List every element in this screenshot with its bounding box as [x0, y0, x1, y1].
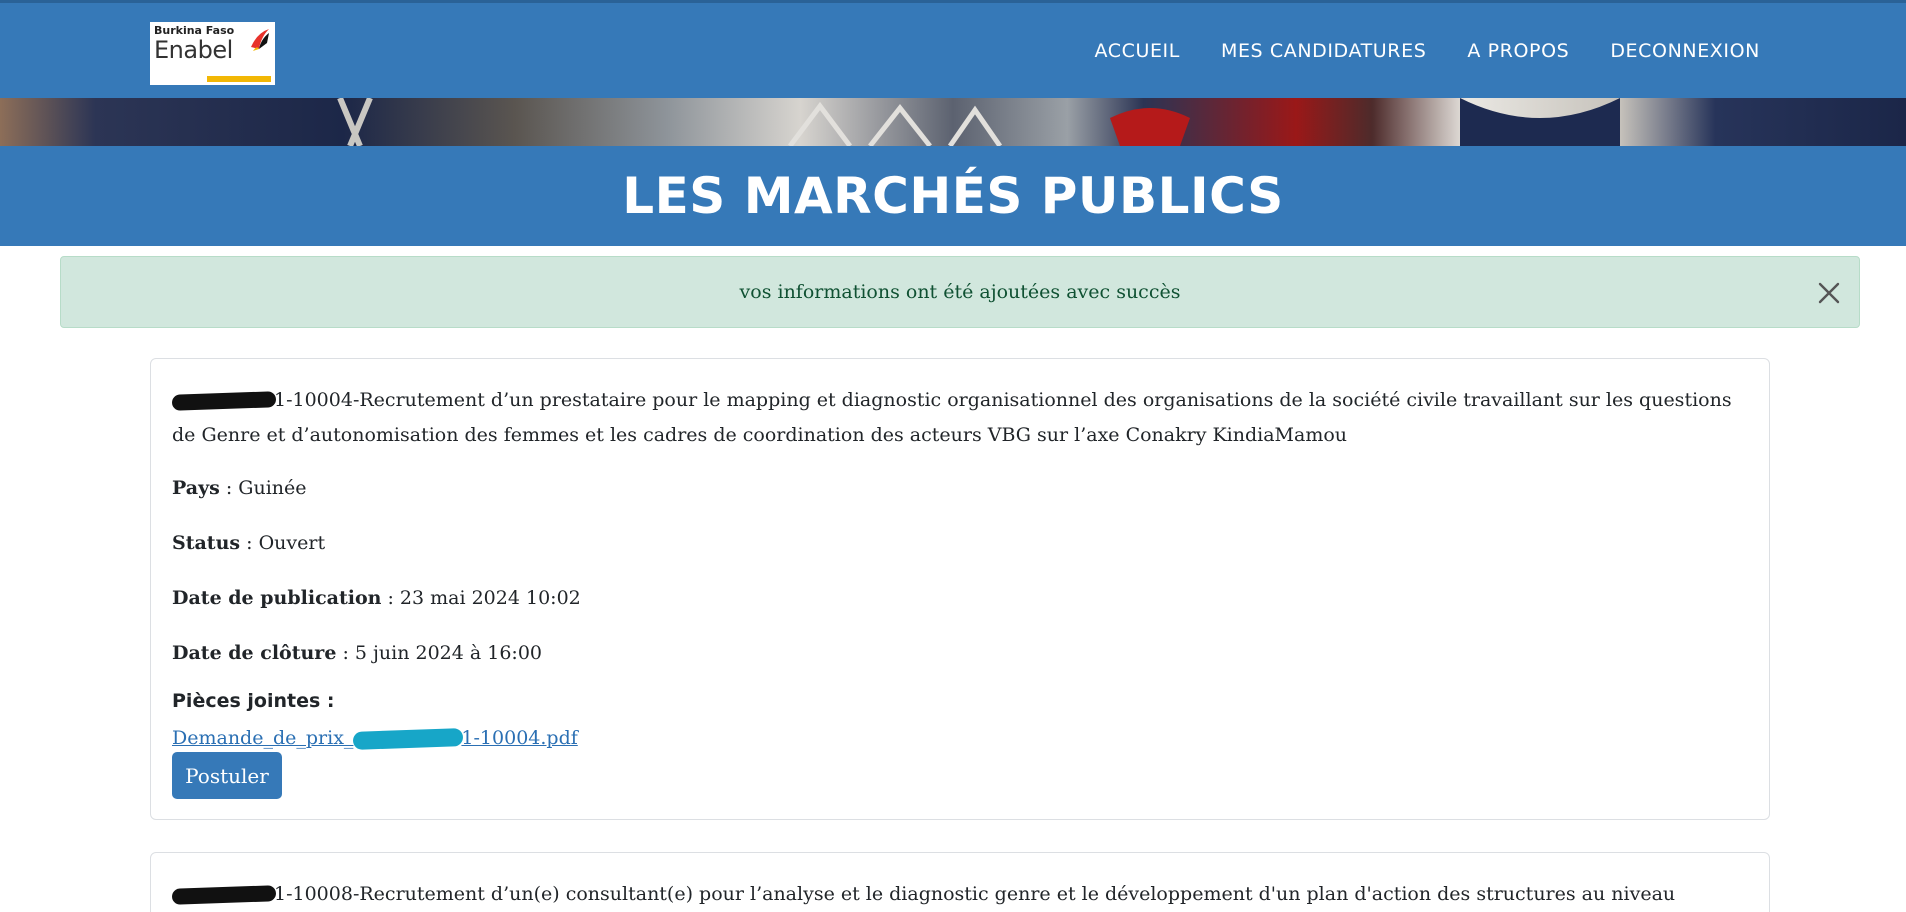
- page-title: LES MARCHÉS PUBLICS: [622, 167, 1284, 225]
- tender-card: 1-10008-Recrutement d’un(e) consultant(e…: [150, 852, 1770, 912]
- attachments-label: Pièces jointes :: [172, 690, 335, 712]
- field-pays: Pays : Guinée: [172, 475, 307, 501]
- success-alert: vos informations ont été ajoutées avec s…: [60, 256, 1860, 328]
- field-label: Date de publication: [172, 587, 382, 609]
- close-icon[interactable]: [1817, 281, 1841, 305]
- attachment-suffix: 1-10004.pdf: [461, 727, 578, 749]
- field-value: : 5 juin 2024 à 16:00: [336, 642, 543, 664]
- tender-reference: 1-10008: [274, 883, 353, 905]
- field-date-cloture: Date de clôture : 5 juin 2024 à 16:00: [172, 640, 542, 666]
- attachment-link[interactable]: Demande_de_prix_ 1-10004.pdf: [172, 727, 578, 750]
- top-navbar: Burkina Faso Enabel ACCUEIL MES CANDIDAT…: [0, 0, 1906, 98]
- tender-card: 1-10004-Recrutement d’un prestataire pou…: [150, 358, 1770, 820]
- tender-reference: 1-10004: [274, 389, 353, 411]
- nav-mes-candidatures[interactable]: MES CANDIDATURES: [1221, 40, 1426, 62]
- hero-photo-overlay: [337, 98, 1620, 146]
- nav-accueil[interactable]: ACCUEIL: [1094, 40, 1180, 62]
- field-label: Pays: [172, 477, 220, 499]
- field-status: Status : Ouvert: [172, 530, 325, 556]
- tender-description: -Recrutement d’un(e) consultant(e) pour …: [352, 883, 1676, 905]
- field-value: : 23 mai 2024 10:02: [381, 587, 581, 609]
- main-nav: ACCUEIL MES CANDIDATURES A PROPOS DECONN…: [1094, 40, 1760, 62]
- nav-a-propos[interactable]: A PROPOS: [1467, 40, 1569, 62]
- enabel-mark-icon: [251, 29, 269, 51]
- redacted-reference: [171, 391, 277, 411]
- tender-description: -Recrutement d’un prestataire pour le ma…: [172, 389, 1732, 446]
- nav-deconnexion[interactable]: DECONNEXION: [1610, 40, 1760, 62]
- tender-heading: 1-10008-Recrutement d’un(e) consultant(e…: [171, 877, 1742, 912]
- logo-tagline-strip: [207, 76, 271, 82]
- field-date-publication: Date de publication : 23 mai 2024 10:02: [172, 585, 581, 611]
- enabel-logo[interactable]: Burkina Faso Enabel: [150, 22, 275, 85]
- field-label: Date de clôture: [172, 642, 337, 664]
- redacted-attachment-ref: [353, 728, 464, 750]
- hero-photo: [0, 98, 1906, 146]
- attachment-prefix: Demande_de_prix_: [172, 727, 354, 749]
- redacted-reference: [171, 885, 277, 905]
- field-value: : Guinée: [219, 477, 307, 499]
- field-value: : Ouvert: [240, 532, 326, 554]
- postuler-button[interactable]: Postuler: [172, 752, 282, 799]
- page-title-band: LES MARCHÉS PUBLICS: [0, 146, 1906, 246]
- field-label: Status: [172, 532, 241, 554]
- alert-message: vos informations ont été ajoutées avec s…: [739, 281, 1181, 303]
- tender-heading: 1-10004-Recrutement d’un prestataire pou…: [171, 383, 1742, 453]
